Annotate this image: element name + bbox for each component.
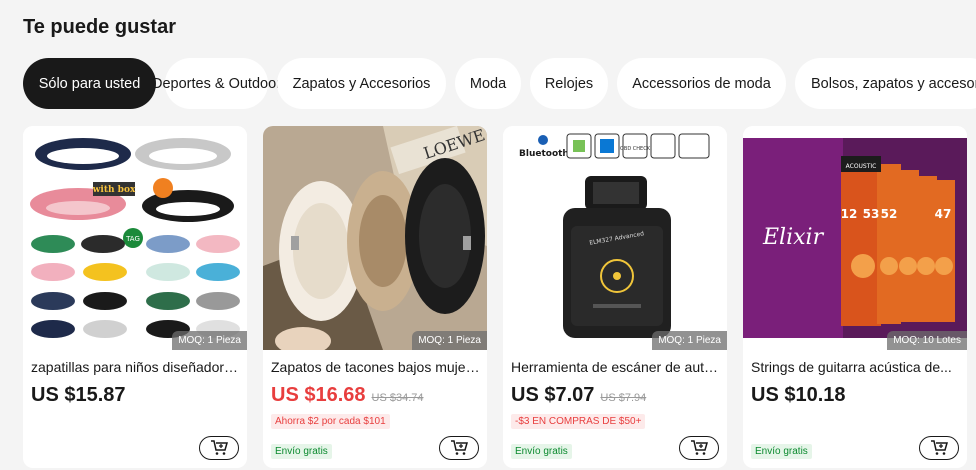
image-label-elixir: Elixir — [762, 225, 825, 250]
product-image[interactable]: LOEWE MOQ: 1 Pieza — [263, 126, 487, 350]
tab-bolsos-zapatos[interactable]: Bolsos, zapatos y accesorios — [795, 58, 976, 109]
free-shipping-badge: Envío gratis — [271, 444, 332, 459]
tab-deportes-outdoor[interactable]: Deportes & Outdoor — [152, 58, 281, 109]
product-price: US $7.07 — [511, 384, 595, 406]
original-price: US $7.94 — [600, 392, 647, 404]
image-label-with-box: with box — [92, 185, 136, 195]
add-to-cart-button[interactable] — [199, 436, 239, 460]
section-title: Te puede gustar — [23, 16, 176, 38]
add-to-cart-icon — [691, 440, 708, 455]
image-label-obd: OBD CHECK — [620, 146, 651, 152]
product-price: US $15.87 — [31, 384, 126, 406]
add-to-cart-icon — [211, 440, 228, 455]
add-to-cart-icon — [451, 440, 468, 455]
moq-badge: MOQ: 10 Lotes — [887, 331, 967, 350]
image-label-bluetooth: Bluetooth — [519, 149, 569, 159]
free-shipping-badge: Envío gratis — [511, 444, 572, 459]
product-title[interactable]: Strings de guitarra acústica de... — [751, 359, 961, 375]
product-title[interactable]: Zapatos de tacones bajos mujer... — [271, 359, 481, 375]
promo-badge: Ahorra $2 por cada $101 — [271, 414, 390, 429]
product-image[interactable]: Elixir ACOUSTIC 12 53 52 47 MOQ: 10 Lote… — [743, 126, 967, 350]
product-price: US $10.18 — [751, 384, 846, 406]
free-shipping-badge: Envío gratis — [751, 444, 812, 459]
add-to-cart-button[interactable] — [439, 436, 479, 460]
product-title[interactable]: Herramienta de escáner de auto... — [511, 359, 721, 375]
product-card[interactable]: Bluetooth OBD CHECK ELM327 Advanced MOQ:… — [503, 126, 727, 468]
tab-accesorios-moda[interactable]: Accessorios de moda — [617, 58, 786, 109]
image-label-gauge-52: 52 — [881, 207, 898, 221]
tab-relojes[interactable]: Relojes — [530, 58, 608, 109]
tab-zapatos-accesorios[interactable]: Zapatos y Accesorios — [277, 58, 446, 109]
image-label-gauge-12: 12 — [841, 207, 858, 221]
product-card[interactable]: Elixir ACOUSTIC 12 53 52 47 MOQ: 10 Lote… — [743, 126, 967, 468]
add-to-cart-icon — [931, 440, 948, 455]
image-label-tag: TAG — [125, 235, 140, 243]
image-label-gauge-53: 53 — [863, 207, 880, 221]
product-card[interactable]: with box TAG MOQ: 1 Pieza zapatillas par… — [23, 126, 247, 468]
product-price: US $16.68 — [271, 384, 366, 406]
product-card[interactable]: LOEWE MOQ: 1 Pieza Zapatos de tacones ba… — [263, 126, 487, 468]
add-to-cart-button[interactable] — [919, 436, 959, 460]
product-image[interactable]: with box TAG MOQ: 1 Pieza — [23, 126, 247, 350]
promo-badge: -$3 EN COMPRAS DE $50+ — [511, 414, 646, 429]
product-image[interactable]: Bluetooth OBD CHECK ELM327 Advanced MOQ:… — [503, 126, 727, 350]
add-to-cart-button[interactable] — [679, 436, 719, 460]
moq-badge: MOQ: 1 Pieza — [172, 331, 247, 350]
moq-badge: MOQ: 1 Pieza — [652, 331, 727, 350]
product-title[interactable]: zapatillas para niños diseñadores... — [31, 359, 241, 375]
original-price: US $34.74 — [371, 392, 424, 404]
tab-solo-para-usted[interactable]: Sólo para usted — [23, 58, 156, 109]
tab-moda[interactable]: Moda — [455, 58, 521, 109]
image-label-acoustic: ACOUSTIC — [846, 163, 877, 170]
moq-badge: MOQ: 1 Pieza — [412, 331, 487, 350]
category-tabs: Sólo para usted Deportes & Outdoor Zapat… — [23, 58, 976, 109]
image-label-gauge-47: 47 — [935, 207, 952, 221]
